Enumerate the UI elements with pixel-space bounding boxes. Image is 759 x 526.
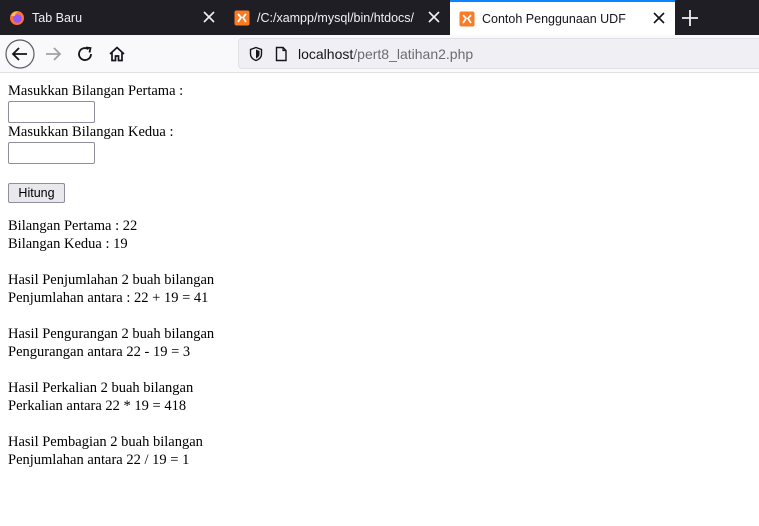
sum-result: Penjumlahan antara : 22 + 19 = 41 (8, 290, 209, 306)
first-number-input[interactable] (8, 101, 95, 123)
reload-icon (78, 46, 92, 61)
tab-title: Tab Baru (32, 10, 83, 25)
tab-bar: Tab Baru /C:/xampp/mysql/bin/htdocs/ Con… (0, 0, 759, 35)
sum-title: Hasil Penjumlahan 2 buah bilangan (8, 272, 215, 288)
close-tab-icon[interactable] (651, 10, 667, 26)
back-button[interactable] (5, 39, 35, 69)
forward-arrow-icon (46, 47, 62, 61)
subtraction-result: Pengurangan antara 22 - 19 = 3 (8, 344, 191, 360)
reload-button[interactable] (70, 39, 100, 69)
url-text: localhost/pert8_latihan2.php (298, 46, 473, 62)
xampp-icon (234, 10, 250, 25)
tab-title: Contoh Penggunaan UDF (482, 11, 626, 26)
back-arrow-icon (5, 39, 35, 69)
firefox-icon (10, 10, 24, 25)
subtraction-title: Hasil Pengurangan 2 buah bilangan (8, 326, 215, 342)
home-icon (109, 46, 125, 62)
tab-htdocs[interactable]: /C:/xampp/mysql/bin/htdocs/ (225, 0, 450, 35)
navigation-toolbar: localhost/pert8_latihan2.php (0, 35, 759, 73)
tab-title: /C:/xampp/mysql/bin/htdocs/ (257, 10, 415, 25)
new-tab-plus-icon[interactable] (679, 7, 701, 29)
close-tab-icon[interactable] (201, 9, 217, 25)
xampp-icon (459, 11, 475, 26)
url-path: /pert8_latihan2.php (353, 46, 474, 62)
home-button[interactable] (102, 39, 132, 69)
tab-new-tab[interactable]: Tab Baru (0, 0, 225, 35)
forward-button[interactable] (38, 39, 68, 69)
page-content: Masukkan Bilangan Pertama : Masukkan Bil… (8, 83, 214, 470)
multiplication-result: Perkalian antara 22 * 19 = 418 (8, 398, 187, 414)
division-title: Hasil Pembagian 2 buah bilangan (8, 434, 203, 450)
shield-icon[interactable] (248, 46, 264, 62)
label-first-number: Masukkan Bilangan Pertama : (8, 83, 184, 99)
page-info-icon[interactable] (273, 46, 289, 62)
result-first-number: Bilangan Pertama : 22 (8, 218, 138, 234)
label-second-number: Masukkan Bilangan Kedua : (8, 124, 174, 140)
hitung-button[interactable]: Hitung (8, 183, 65, 203)
url-host: localhost (298, 46, 354, 62)
division-result: Penjumlahan antara 22 / 19 = 1 (8, 452, 190, 468)
result-second-number: Bilangan Kedua : 19 (8, 236, 128, 252)
tab-contoh-udf[interactable]: Contoh Penggunaan UDF (450, 0, 675, 35)
address-bar[interactable]: localhost/pert8_latihan2.php (238, 38, 759, 69)
second-number-input[interactable] (8, 142, 95, 164)
multiplication-title: Hasil Perkalian 2 buah bilangan (8, 380, 194, 396)
close-tab-icon[interactable] (426, 9, 442, 25)
